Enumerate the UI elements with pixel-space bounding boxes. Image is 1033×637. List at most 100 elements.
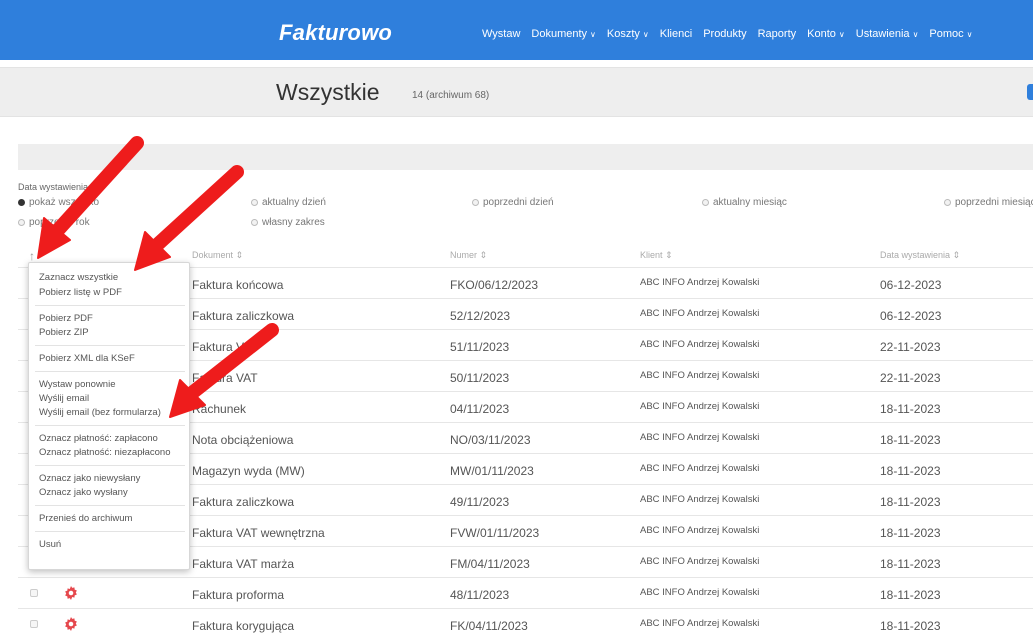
radio-dot	[251, 199, 258, 206]
nav-label: Konto	[807, 28, 836, 40]
cell-client: ABC INFO Andrzej Kowalski	[640, 463, 760, 474]
cell-number: 48/11/2023	[450, 588, 510, 602]
radio-today[interactable]: aktualny dzień	[251, 197, 326, 208]
menu-move-to-archive[interactable]: Przenieś do archiwum	[39, 513, 132, 524]
menu-divider	[35, 531, 185, 532]
top-navbar: Fakturowo Wystaw Dokumenty ∨ Koszty ∨ Klie…	[0, 0, 1033, 60]
menu-send-email-no-form[interactable]: Wyślij email (bez formularza)	[39, 407, 161, 418]
radio-prev-day[interactable]: poprzedni dzień	[472, 197, 554, 208]
nav-item-produkty[interactable]: Produkty	[703, 28, 746, 40]
radio-show-all[interactable]: pokaż wszystko	[18, 197, 99, 208]
menu-mark-paid[interactable]: Oznacz płatność: zapłacono	[39, 433, 158, 444]
menu-download-list-pdf[interactable]: Pobierz listę w PDF	[39, 287, 122, 298]
menu-mark-unsent[interactable]: Oznacz jako niewysłany	[39, 473, 140, 484]
nav-label: Pomoc	[929, 28, 964, 40]
radio-dot	[702, 199, 709, 206]
radio-custom-range[interactable]: własny zakres	[251, 217, 325, 228]
menu-reissue[interactable]: Wystaw ponownie	[39, 379, 115, 390]
cell-document: Faktura końcowa	[192, 278, 284, 292]
menu-divider	[35, 425, 185, 426]
gear-icon[interactable]	[64, 586, 78, 600]
column-header-document[interactable]: Dokument ⇕	[192, 250, 243, 261]
nav-item-pomoc[interactable]: Pomoc ∨	[929, 28, 972, 40]
menu-download-pdf[interactable]: Pobierz PDF	[39, 313, 93, 324]
cell-number: FK/04/11/2023	[450, 619, 528, 633]
chevron-down-icon: ∨	[912, 29, 919, 39]
action-button[interactable]	[1027, 84, 1033, 100]
cell-number: MW/01/11/2023	[450, 464, 534, 478]
nav-label: Koszty	[606, 28, 640, 40]
radio-dot	[251, 219, 258, 226]
menu-select-all[interactable]: Zaznacz wszystkie	[39, 272, 118, 283]
radio-current-month[interactable]: aktualny miesiąc	[702, 197, 787, 208]
cell-client: ABC INFO Andrzej Kowalski	[640, 277, 760, 288]
radio-label: aktualny miesiąc	[713, 197, 787, 208]
cell-date: 22-11-2023	[880, 340, 941, 354]
cell-document: Faktura korygująca	[192, 619, 295, 633]
radio-label: poprzedni miesiąc	[955, 197, 1033, 208]
cell-document: Nota obciążeniowa	[192, 433, 294, 447]
menu-divider	[35, 371, 185, 372]
table-row[interactable]: Faktura korygująca FK/04/11/2023 ABC INFO …	[18, 608, 1033, 637]
cell-date: 18-11-2023	[880, 619, 941, 633]
cell-client: ABC INFO Andrzej Kowalski	[640, 587, 760, 598]
filter-bar	[18, 144, 1033, 170]
nav-item-klienci[interactable]: Klienci	[660, 28, 692, 40]
cell-client: ABC INFO Andrzej Kowalski	[640, 525, 760, 536]
radio-prev-year[interactable]: poprzedni rok	[18, 217, 90, 228]
nav-item-koszty[interactable]: Koszty ∨	[607, 28, 649, 40]
gear-icon[interactable]	[64, 617, 78, 631]
column-header-client[interactable]: Klient ⇕	[640, 250, 673, 261]
nav-item-raporty[interactable]: Raporty	[758, 28, 797, 40]
column-header-date[interactable]: Data wystawienia ⇕	[880, 250, 960, 261]
cell-client: ABC INFO Andrzej Kowalski	[640, 308, 760, 319]
column-header-number[interactable]: Numer ⇕	[450, 250, 487, 261]
chevron-down-icon: ∨	[590, 29, 596, 39]
cell-client: ABC INFO Andrzej Kowalski	[640, 556, 760, 567]
menu-download-zip[interactable]: Pobierz ZIP	[39, 327, 89, 338]
cell-document: Faktura VAT	[192, 340, 258, 354]
cell-client: ABC INFO Andrzej Kowalski	[640, 494, 760, 505]
menu-divider	[35, 465, 185, 466]
nav-item-konto[interactable]: Konto ∨	[807, 28, 845, 40]
cell-client: ABC INFO Andrzej Kowalski	[640, 401, 760, 412]
cell-date: 18-11-2023	[880, 402, 941, 416]
cell-date: 18-11-2023	[880, 495, 941, 509]
cell-number: 49/11/2023	[450, 495, 510, 509]
nav-item-ustawienia[interactable]: Ustawienia ∨	[856, 28, 919, 40]
menu-delete[interactable]: Usuń	[39, 539, 61, 550]
page-header: Wszystkie 14 (archiwum 68)	[0, 67, 1033, 117]
menu-mark-sent[interactable]: Oznacz jako wysłany	[39, 487, 128, 498]
chevron-down-icon: ∨	[642, 29, 649, 39]
cell-number: 04/11/2023	[450, 402, 510, 416]
cell-date: 18-11-2023	[880, 526, 941, 540]
radio-dot	[944, 199, 951, 206]
cell-date: 06-12-2023	[880, 309, 942, 323]
row-checkbox[interactable]	[30, 620, 38, 628]
radio-prev-month[interactable]: poprzedni miesiąc	[944, 197, 1033, 208]
radio-label: pokaż wszystko	[29, 197, 100, 208]
menu-download-xml-ksef[interactable]: Pobierz XML dla KSeF	[39, 353, 135, 364]
cell-document: Faktura VAT marża	[192, 557, 295, 571]
row-checkbox[interactable]	[30, 589, 38, 597]
cell-date: 18-11-2023	[880, 464, 941, 478]
radio-dot	[18, 219, 25, 226]
nav-item-wystaw[interactable]: Wystaw	[482, 28, 520, 40]
menu-send-email[interactable]: Wyślij email	[39, 393, 89, 404]
nav-item-dokumenty[interactable]: Dokumenty ∨	[531, 28, 596, 40]
bulk-actions-toggle-icon[interactable]: ↑	[29, 249, 35, 263]
menu-mark-unpaid[interactable]: Oznacz płatność: niezapłacono	[39, 447, 171, 458]
menu-divider	[35, 305, 185, 306]
chevron-down-icon: ∨	[838, 29, 845, 39]
cell-document: Faktura zaliczkowa	[192, 495, 295, 509]
cell-document: Faktura VAT wewnętrzna	[192, 526, 325, 540]
cell-number: FVW/01/11/2023	[450, 526, 540, 540]
app-logo[interactable]: Fakturowo	[279, 20, 392, 46]
menu-divider	[35, 345, 185, 346]
cell-date: 18-11-2023	[880, 588, 941, 602]
arrow-icon	[150, 165, 244, 252]
cell-date: 18-11-2023	[880, 557, 941, 571]
table-row[interactable]: Faktura proforma 48/11/2023 ABC INFO Andrz…	[18, 577, 1033, 608]
cell-document: Faktura proforma	[192, 588, 285, 602]
radio-label: poprzedni rok	[29, 217, 90, 228]
